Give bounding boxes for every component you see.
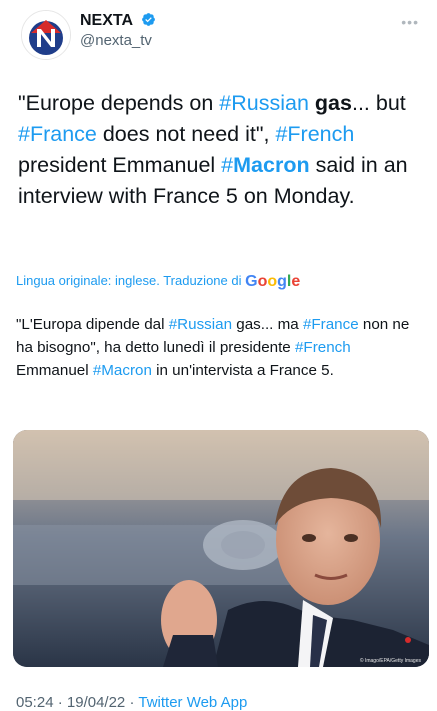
translated-text-segment: gas... ma — [232, 316, 303, 333]
translated-text: "L'Europa dipende dal #Russian gas... ma… — [16, 313, 424, 382]
tweet-text-segment: "Europe depends on — [18, 91, 220, 115]
hashtag-link[interactable]: Macron — [233, 153, 309, 177]
nexta-logo-icon — [22, 11, 70, 59]
google-letter: o — [267, 273, 278, 290]
tweet-header: NEXTA @nexta_tv ••• — [0, 0, 437, 80]
translation-text: Lingua originale: inglese. Traduzione di — [16, 273, 242, 288]
tweet-source[interactable]: Twitter Web App — [138, 694, 247, 711]
tweet-meta: 05:24 · 19/04/22 · Twitter Web App — [16, 694, 247, 711]
more-dots-icon[interactable]: ••• — [401, 14, 419, 30]
google-logo: Google — [245, 273, 300, 290]
translated-text-segment: Emmanuel — [16, 362, 93, 379]
meta-separator: · — [129, 694, 135, 711]
hashtag-link[interactable]: #Macron — [93, 362, 152, 379]
google-letter: o — [257, 273, 268, 290]
display-name[interactable]: NEXTA — [80, 12, 133, 29]
handle[interactable]: @nexta_tv — [80, 31, 156, 51]
user-names: NEXTA @nexta_tv — [80, 11, 156, 51]
avatar[interactable] — [21, 10, 71, 60]
tweet-date[interactable]: 19/04/22 — [67, 694, 125, 711]
hashtag-link[interactable]: #French — [275, 122, 354, 146]
tweet-text-segment: gas — [314, 91, 352, 115]
image-credit: © Imago/EPA/Getty Images — [359, 658, 421, 664]
hashtag-link[interactable]: #Russian — [219, 91, 309, 115]
hashtag-link[interactable]: # — [221, 153, 233, 177]
translated-text-segment: in un'intervista a France 5. — [151, 362, 334, 379]
tweet-text-segment: ... but — [351, 91, 406, 115]
tweet-photo[interactable]: © Imago/EPA/Getty Images — [13, 430, 429, 667]
translated-text-segment: "L'Europa dipende dal — [16, 316, 169, 333]
translation-label[interactable]: Lingua originale: inglese. Traduzione di… — [16, 273, 300, 291]
google-letter: G — [245, 273, 258, 290]
google-letter: e — [291, 273, 301, 290]
hashtag-link[interactable]: #France — [303, 316, 359, 333]
tweet-time[interactable]: 05:24 — [16, 694, 54, 711]
tweet-text-segment: president Emmanuel — [18, 153, 222, 177]
macron-photo-image — [13, 430, 429, 667]
hashtag-link[interactable]: #French — [295, 339, 351, 356]
verified-badge-icon — [141, 13, 155, 26]
hashtag-link[interactable]: #France — [18, 122, 97, 146]
tweet-text: "Europe depends on #Russian gas... but #… — [18, 88, 423, 212]
hashtag-link[interactable]: #Russian — [169, 316, 232, 333]
google-letter: g — [277, 273, 287, 290]
tweet-text-segment: does not need it", — [96, 122, 276, 146]
meta-separator: · — [57, 694, 63, 711]
